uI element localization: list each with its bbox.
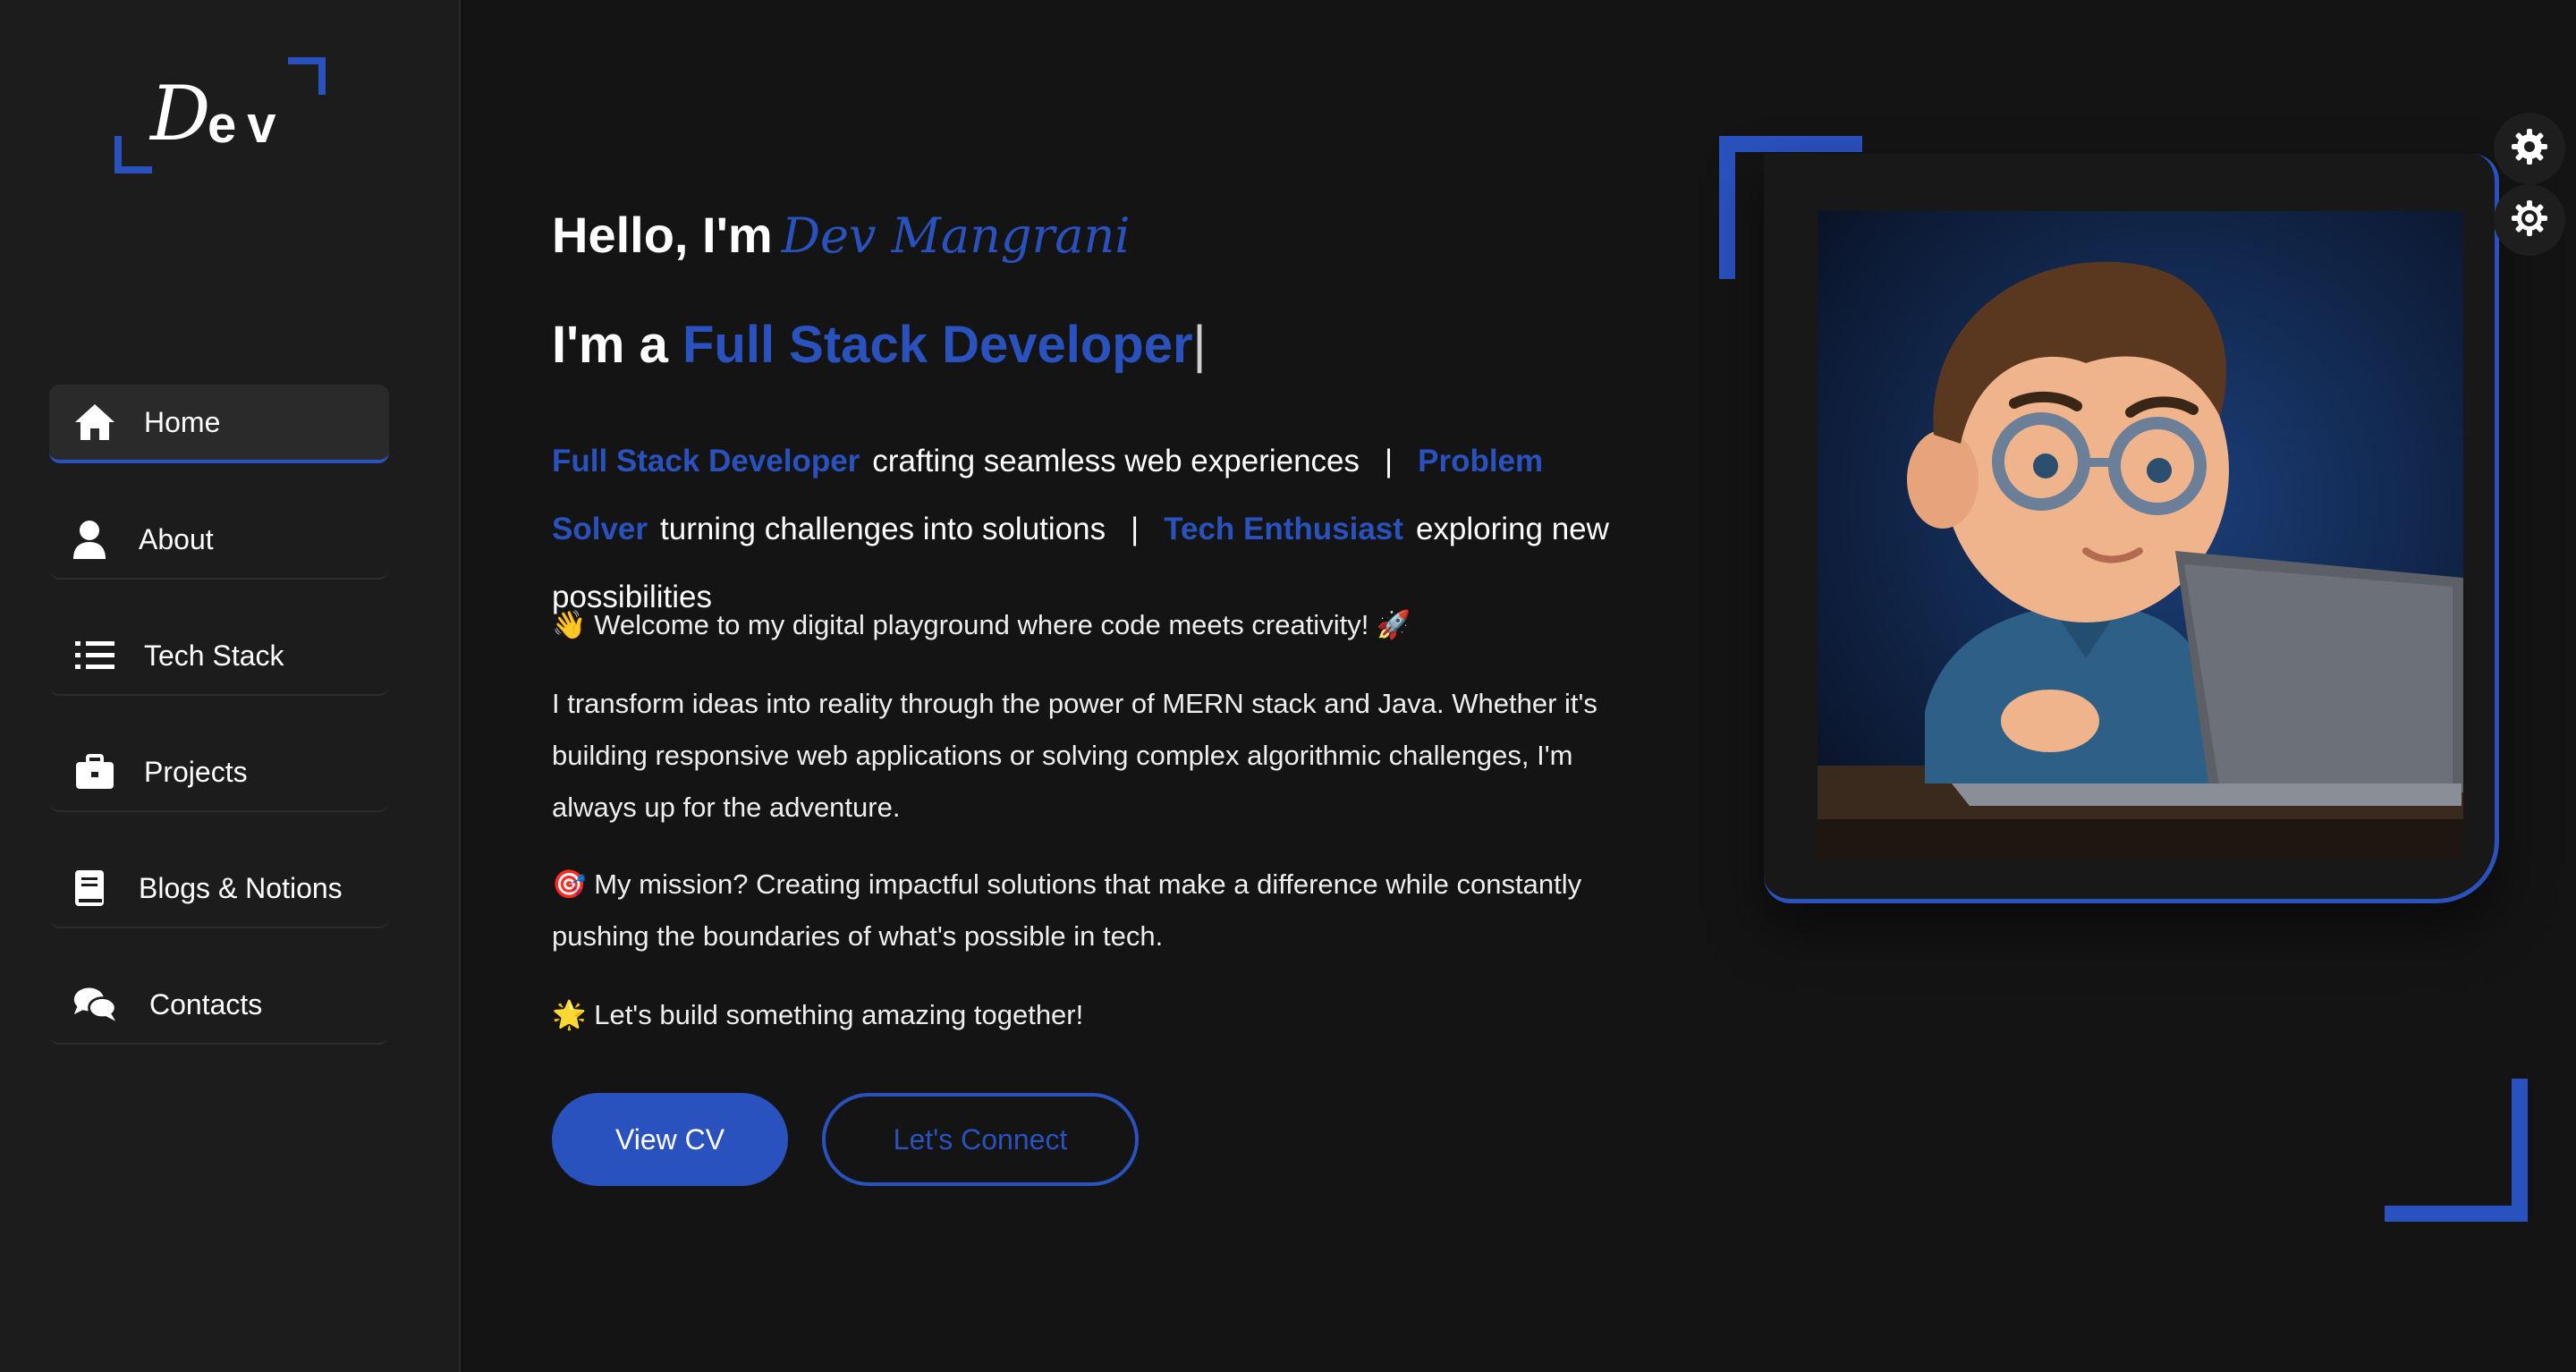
user-icon <box>67 517 112 562</box>
view-cv-button[interactable]: View CV <box>552 1093 788 1186</box>
tagline-separator: | <box>1131 512 1140 546</box>
lets-connect-button[interactable]: Let's Connect <box>822 1093 1139 1186</box>
hero-name: Dev Mangrani <box>781 207 1131 264</box>
briefcase-icon <box>72 750 117 794</box>
sidebar-item-label: About <box>139 522 214 555</box>
logo-corner-top-right <box>288 57 326 95</box>
theme-settings-button[interactable] <box>2494 184 2565 256</box>
theme-gear-icon <box>2510 199 2549 242</box>
frame-corner-bottom-right <box>2385 1079 2528 1222</box>
logo-text: ev <box>208 96 287 154</box>
sidebar-item-label: Blogs & Notions <box>139 871 343 904</box>
tagline-accent: Tech Enthusiast <box>1164 512 1403 546</box>
role-typed-text: Full Stack Developer <box>682 316 1193 374</box>
greeting-text: Hello, I'm <box>552 207 773 263</box>
profile-avatar <box>1818 211 2463 859</box>
role-prefix: I'm a <box>552 316 668 374</box>
intro-cta-text: 🌟 Let's build something amazing together… <box>552 999 1084 1030</box>
sidebar-item-home[interactable]: Home <box>49 385 389 463</box>
sidebar-item-projects[interactable]: Projects <box>49 733 389 812</box>
sidebar: D ev Home About Tech Stack Projects Blog… <box>0 0 461 1372</box>
sidebar-item-blogs[interactable]: Blogs & Notions <box>49 850 389 928</box>
chat-icon <box>72 982 117 1027</box>
sidebar-item-about[interactable]: About <box>49 501 389 580</box>
sidebar-item-label: Home <box>144 405 221 438</box>
home-icon <box>72 400 117 445</box>
tagline-accent: Full Stack Developer <box>552 444 860 479</box>
tagline-separator: | <box>1385 444 1394 479</box>
role-heading: I'm a Full Stack Developer| <box>552 315 1207 375</box>
sidebar-item-label: Projects <box>144 755 248 788</box>
typing-caret: | <box>1192 316 1207 374</box>
sidebar-item-tech-stack[interactable]: Tech Stack <box>49 617 389 696</box>
logo-corner-bottom-left <box>114 136 152 174</box>
book-icon <box>67 866 112 910</box>
logo[interactable]: D ev <box>114 57 326 174</box>
list-icon <box>72 633 117 678</box>
sidebar-item-label: Tech Stack <box>144 639 284 672</box>
tagline-text: turning challenges into solutions <box>660 512 1106 546</box>
logo-letter: D <box>150 70 211 157</box>
sidebar-item-contacts[interactable]: Contacts <box>49 966 389 1045</box>
tagline-text: crafting seamless web experiences <box>872 444 1360 479</box>
settings-button[interactable] <box>2494 113 2565 184</box>
sidebar-nav: Home About Tech Stack Projects Blogs & N… <box>49 385 389 1082</box>
greeting: Hello, I'm Dev Mangrani <box>552 206 1131 264</box>
intro-welcome: 👋 Welcome to my digital playground where… <box>552 609 1411 640</box>
intro-description: I transform ideas into reality through t… <box>552 688 1597 823</box>
intro-mission: 🎯 My mission? Creating impactful solutio… <box>552 868 1582 952</box>
sidebar-item-label: Contacts <box>149 987 263 1021</box>
gear-icon <box>2510 127 2549 171</box>
